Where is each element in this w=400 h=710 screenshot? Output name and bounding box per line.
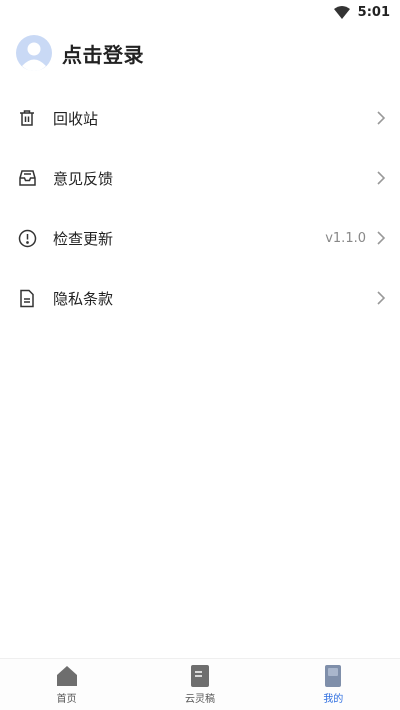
menu-item-recycle-bin[interactable]: 回收站: [0, 88, 400, 148]
inbox-icon: [17, 168, 37, 188]
nav-label-mine: 我的: [323, 694, 344, 705]
login-header[interactable]: 点击登录: [16, 34, 384, 72]
menu-label-privacy: 隐私条款: [53, 289, 114, 308]
nav-label-home: 首页: [56, 694, 77, 705]
status-bar: 5:01: [0, 0, 400, 24]
home-icon: [55, 664, 79, 688]
menu-label-check-update: 检查更新: [53, 229, 114, 248]
menu-label-feedback: 意见反馈: [53, 169, 114, 188]
chevron-right-icon: [376, 230, 386, 246]
wifi-icon: [333, 5, 350, 19]
nav-item-home[interactable]: 首页: [0, 659, 133, 710]
nav-label-cloud-draft: 云灵稿: [184, 694, 215, 705]
nav-item-cloud-draft[interactable]: 云灵稿: [133, 659, 266, 710]
trash-icon: [17, 108, 37, 128]
menu-item-check-update[interactable]: 检查更新 v1.1.0: [0, 208, 400, 268]
chevron-right-icon: [376, 110, 386, 126]
info-circle-icon: [17, 228, 37, 248]
profile-page: 5:01 点击登录 回收站 意见反馈 检查更新 v1.1.0 隐私条款 首页 云…: [0, 0, 400, 710]
status-time: 5:01: [357, 4, 390, 20]
notebook-icon: [188, 664, 212, 688]
document-icon: [17, 288, 37, 308]
nav-item-mine[interactable]: 我的: [267, 659, 400, 710]
avatar[interactable]: [16, 35, 52, 71]
version-text: v1.1.0: [325, 230, 366, 246]
bottom-nav: 首页 云灵稿 我的: [0, 658, 400, 710]
menu-item-feedback[interactable]: 意见反馈: [0, 148, 400, 208]
chevron-right-icon: [376, 170, 386, 186]
settings-menu: 回收站 意见反馈 检查更新 v1.1.0 隐私条款: [0, 88, 400, 328]
chevron-right-icon: [376, 290, 386, 306]
menu-item-privacy[interactable]: 隐私条款: [0, 268, 400, 328]
login-label[interactable]: 点击登录: [62, 39, 144, 68]
profile-icon: [321, 664, 345, 688]
menu-label-recycle-bin: 回收站: [53, 109, 99, 128]
